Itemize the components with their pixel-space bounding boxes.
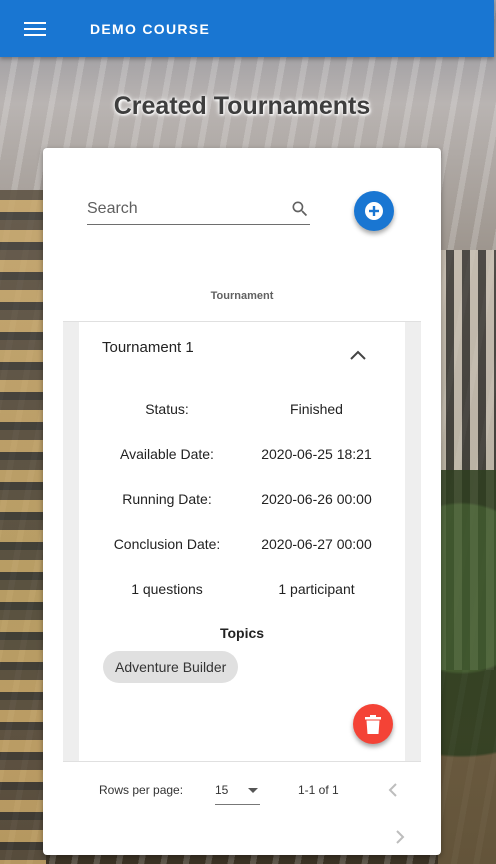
tournaments-card: Tournament Tournament 1 Status: Finished… — [43, 148, 441, 855]
chevron-up-icon[interactable] — [349, 349, 367, 361]
detail-value: Finished — [290, 401, 343, 417]
search-field — [87, 198, 310, 225]
dropdown-arrow-icon — [248, 788, 258, 793]
tournament-row-expanded: Tournament 1 Status: Finished Available … — [79, 322, 405, 762]
detail-label: Status: — [145, 401, 189, 417]
menu-icon[interactable] — [22, 19, 48, 39]
background-tree — [438, 470, 496, 864]
detail-value: 2020-06-27 00:00 — [261, 536, 372, 552]
detail-value: 2020-06-26 00:00 — [261, 491, 372, 507]
column-header-tournament[interactable]: Tournament — [43, 290, 441, 302]
search-input[interactable] — [87, 198, 277, 220]
participants-count: 1 participant — [278, 581, 355, 597]
table-footer-divider — [63, 761, 421, 762]
tournament-table: Tournament 1 Status: Finished Available … — [63, 321, 421, 762]
rows-per-page-label: Rows per page: — [99, 783, 184, 797]
search-icon[interactable] — [290, 199, 310, 219]
rows-per-page-select[interactable]: 15 — [215, 776, 260, 805]
detail-label: Available Date: — [120, 446, 214, 462]
background-building-left — [0, 190, 46, 864]
delete-tournament-button[interactable] — [353, 704, 393, 744]
app-bar: DEMO COURSE — [0, 0, 494, 57]
topics-heading: Topics — [219, 625, 265, 641]
detail-value: 2020-06-25 18:21 — [261, 446, 372, 462]
trash-icon — [365, 714, 381, 734]
app-title: DEMO COURSE — [90, 20, 211, 37]
detail-label: Conclusion Date: — [113, 536, 221, 552]
add-tournament-button[interactable] — [354, 191, 394, 231]
chevron-left-icon[interactable] — [386, 782, 400, 798]
rows-per-page-value: 15 — [215, 783, 229, 797]
page-title: Created Tournaments — [113, 92, 371, 120]
questions-count: 1 questions — [131, 581, 203, 597]
tournament-name: Tournament 1 — [102, 339, 194, 356]
detail-label: Running Date: — [122, 491, 212, 507]
plus-icon — [365, 202, 383, 220]
chevron-right-icon[interactable] — [393, 829, 407, 845]
pagination-range: 1-1 of 1 — [298, 783, 339, 797]
topic-chip[interactable]: Adventure Builder — [103, 651, 239, 683]
